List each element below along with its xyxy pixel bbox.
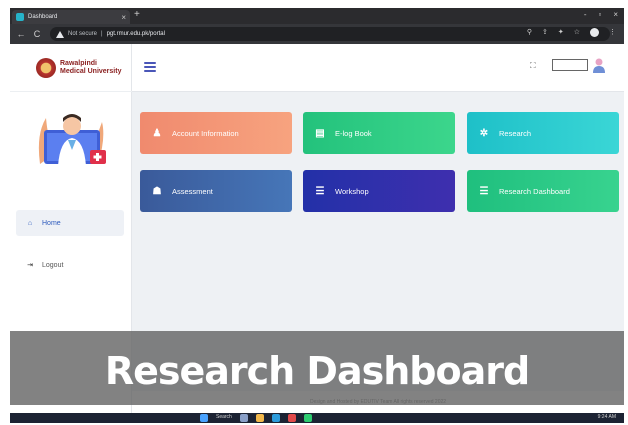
restore-button[interactable]: ▫ <box>598 10 601 19</box>
back-button[interactable]: ← <box>16 29 26 39</box>
window-controls: - ▫ × <box>584 10 618 19</box>
account-information-card[interactable]: ♟ Account Information <box>140 112 292 154</box>
card-label: Workshop <box>335 186 369 196</box>
app-icon[interactable] <box>303 414 312 422</box>
user-avatar-icon[interactable] <box>592 57 606 73</box>
tab-close-icon[interactable]: × <box>121 13 126 22</box>
book-icon: ▤ <box>315 127 325 139</box>
university-logo-icon <box>36 57 56 78</box>
sidebar-item-logout[interactable]: ⇥ Logout <box>16 252 124 278</box>
card-label: Research Dashboard <box>499 186 570 196</box>
sidebar-item-label: Logout <box>42 261 64 269</box>
fullscreen-icon[interactable]: ⛶ <box>530 61 536 71</box>
file-explorer-icon[interactable] <box>255 414 264 422</box>
award-icon: ☗ <box>152 185 162 197</box>
list-icon: ☰ <box>315 185 325 197</box>
reload-button[interactable]: C <box>32 29 42 39</box>
list-icon: ☰ <box>479 185 489 197</box>
top-header: ⛶ <box>132 44 624 92</box>
edge-icon[interactable] <box>271 414 280 422</box>
favicon-icon <box>16 13 24 21</box>
card-label: Account Information <box>172 128 239 138</box>
new-tab-button[interactable]: + <box>134 9 140 20</box>
sidebar-item-home[interactable]: ⌂ Home <box>16 210 124 236</box>
bookmark-icon[interactable]: ☆ <box>574 28 580 37</box>
separator: | <box>101 31 103 37</box>
home-icon: ⌂ <box>27 219 33 227</box>
warning-icon <box>56 30 64 38</box>
assessment-card[interactable]: ☗ Assessment <box>140 170 292 212</box>
tab-title: Dashboard <box>28 14 58 20</box>
security-label: Not secure <box>68 31 98 37</box>
research-card[interactable]: ✲ Research <box>467 112 619 154</box>
browser-tab[interactable]: Dashboard × <box>12 10 130 24</box>
doctor-illustration <box>38 114 106 166</box>
caption-text: Research Dashboard <box>104 349 530 393</box>
caption-banner: Research Dashboard <box>10 331 624 405</box>
sidebar-item-label: Home <box>42 219 61 227</box>
taskbar-clock: 9:24 AM <box>597 414 616 420</box>
taskbar-search[interactable]: Search <box>216 414 232 422</box>
chrome-icon[interactable] <box>287 414 296 422</box>
e-log-book-card[interactable]: ▤ E-log Book <box>303 112 455 154</box>
close-window-button[interactable]: × <box>613 10 618 19</box>
gear-icon: ✲ <box>479 127 489 139</box>
brand-name: Rawalpindi Medical University <box>60 59 122 75</box>
url-text: pgt.rmur.edu.pk/portal <box>106 31 165 37</box>
brand: Rawalpindi Medical University <box>10 44 132 92</box>
key-icon[interactable]: ⚲ <box>527 28 532 37</box>
task-view-icon[interactable] <box>239 414 248 422</box>
taskbar: Search 9:24 AM <box>10 413 624 423</box>
profile-avatar-icon[interactable] <box>590 28 599 37</box>
workshop-card[interactable]: ☰ Workshop <box>303 170 455 212</box>
share-icon[interactable]: ⇪ <box>542 28 548 37</box>
menu-icon[interactable]: ⋮ <box>609 28 616 37</box>
minimize-button[interactable]: - <box>584 10 587 19</box>
extension-icon[interactable]: ✦ <box>558 28 564 37</box>
windows-start-icon[interactable] <box>200 414 208 422</box>
logout-icon: ⇥ <box>27 262 33 269</box>
user-name-box[interactable] <box>552 59 588 71</box>
taskbar-apps: Search <box>200 414 312 422</box>
extension-icons: ⚲ ⇪ ✦ ☆ ⋮ <box>527 28 616 37</box>
address-row: ← C Not secure | pgt.rmur.edu.pk/portal … <box>10 24 624 44</box>
card-label: Assessment <box>172 186 213 196</box>
card-label: Research <box>499 128 532 138</box>
user-icon: ♟ <box>152 127 162 139</box>
card-label: E-log Book <box>335 128 372 138</box>
tab-bar: Dashboard × + - ▫ × <box>10 8 624 24</box>
hamburger-menu-icon[interactable] <box>144 62 156 72</box>
research-dashboard-card[interactable]: ☰ Research Dashboard <box>467 170 619 212</box>
